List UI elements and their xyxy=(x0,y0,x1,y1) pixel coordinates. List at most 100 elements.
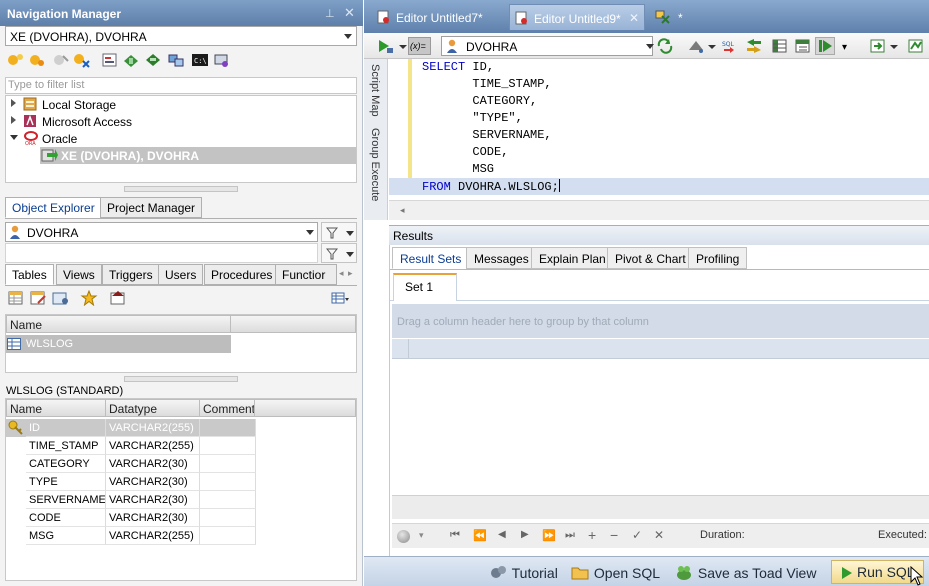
grid-hscrollbar[interactable] xyxy=(392,495,929,519)
prev-page-icon[interactable]: ⏪ xyxy=(473,529,487,542)
status-dropdown-icon[interactable]: ▾ xyxy=(419,530,424,541)
grid-icon[interactable] xyxy=(771,38,789,54)
chevron-down-icon[interactable] xyxy=(890,45,898,49)
column-row[interactable]: TIME_STAMP VARCHAR2(255) xyxy=(6,437,256,455)
alter-table-icon[interactable] xyxy=(29,290,47,306)
table-row[interactable]: WLSLOG xyxy=(6,335,231,353)
column-row[interactable]: ID VARCHAR2(255) xyxy=(6,419,256,437)
favorite-icon[interactable] xyxy=(80,290,98,306)
tree-item-microsoft-access[interactable]: Microsoft Access xyxy=(6,113,356,130)
first-record-icon[interactable]: ⏮ xyxy=(450,529,460,542)
refresh-connection-icon[interactable] xyxy=(656,38,674,54)
side-tab-group-execute[interactable]: Group Execute xyxy=(369,128,381,201)
close-tab-icon[interactable]: ✕ xyxy=(629,11,639,25)
prev-record-icon[interactable]: ◀ xyxy=(498,529,506,540)
column-header-comment[interactable]: Comment xyxy=(199,399,255,417)
delete-record-icon[interactable]: − xyxy=(610,527,618,543)
new-connection-icon[interactable] xyxy=(7,52,25,68)
more-icon[interactable]: ▾ xyxy=(842,42,847,53)
insert-record-icon[interactable]: + xyxy=(588,527,596,543)
column-row[interactable]: SERVERNAME VARCHAR2(30) xyxy=(6,491,256,509)
editor-hscrollbar[interactable]: ◂ xyxy=(389,200,929,220)
column-row[interactable]: CATEGORY VARCHAR2(30) xyxy=(6,455,256,473)
save-as-toad-view-button[interactable]: Save as Toad View xyxy=(675,564,816,581)
tab-users[interactable]: Users xyxy=(158,264,204,285)
splitter-bottom[interactable] xyxy=(124,376,238,382)
tab-messages[interactable]: Messages xyxy=(466,247,537,269)
tab-explain-plan[interactable]: Explain Plan xyxy=(531,247,614,269)
tab-editor-untitled9[interactable]: Editor Untitled9* ✕ xyxy=(509,4,645,30)
side-tab-script-map[interactable]: Script Map xyxy=(369,64,381,117)
connection-manager-icon[interactable] xyxy=(167,52,185,68)
last-record-icon[interactable]: ⏭ xyxy=(565,529,575,542)
tab-tables[interactable]: Tables xyxy=(5,264,54,285)
tab-editor-untitled7[interactable]: Editor Untitled7* xyxy=(372,4,502,30)
tab-set-1[interactable]: Set 1 xyxy=(393,273,457,301)
connect-icon[interactable] xyxy=(28,52,46,68)
column-row[interactable]: TYPE VARCHAR2(30) xyxy=(6,473,256,491)
tab-triggers[interactable]: Triggers xyxy=(102,264,160,285)
open-sql-button[interactable]: Open SQL xyxy=(571,564,660,581)
settings-icon[interactable] xyxy=(213,52,231,68)
export-results-icon[interactable] xyxy=(869,38,887,54)
expand-arrow-icon[interactable] xyxy=(11,116,16,124)
chevron-down-icon[interactable] xyxy=(646,44,654,49)
tab-project-manager[interactable]: Project Manager xyxy=(100,197,203,218)
tree-item-oracle[interactable]: ORA Oracle xyxy=(6,130,356,147)
tree-item-xe-connection[interactable]: XE (DVOHRA), DVOHRA xyxy=(40,147,356,164)
drop-table-icon[interactable] xyxy=(109,290,127,306)
next-page-icon[interactable]: ⏩ xyxy=(542,529,556,542)
pin-icon[interactable]: ⊥ xyxy=(325,7,335,20)
sql-icon[interactable]: SQL xyxy=(721,38,739,54)
import-icon[interactable] xyxy=(122,52,140,68)
next-record-icon[interactable]: ▶ xyxy=(521,529,529,540)
cancel-edit-icon[interactable]: ✕ xyxy=(654,528,664,542)
execute-icon[interactable] xyxy=(376,38,394,54)
editor-connection-select[interactable]: DVOHRA xyxy=(441,36,653,56)
tab-views[interactable]: Views xyxy=(56,264,102,285)
scroll-left-icon[interactable]: ◂ xyxy=(400,205,405,216)
view-mode-icon[interactable] xyxy=(331,290,349,306)
close-icon[interactable]: ✕ xyxy=(344,5,355,21)
splitter-top[interactable] xyxy=(124,186,238,192)
properties-icon[interactable] xyxy=(101,52,119,68)
connection-select[interactable]: XE (DVOHRA), DVOHRA xyxy=(5,26,357,46)
sql-editor[interactable]: SELECT ID, TIME_STAMP, CATEGORY, "TYPE",… xyxy=(389,59,929,200)
table-data-icon[interactable] xyxy=(52,290,70,306)
filter-input[interactable]: Type to filter list xyxy=(5,77,357,94)
remove-connection-icon[interactable] xyxy=(73,52,91,68)
terminal-icon[interactable]: C:\ xyxy=(191,52,209,68)
explain-plan-icon[interactable] xyxy=(794,38,812,54)
chevron-down-icon[interactable] xyxy=(708,45,716,49)
collapse-arrow-icon[interactable] xyxy=(10,135,18,140)
column-row[interactable]: MSG VARCHAR2(255) xyxy=(6,527,256,545)
run-step-button[interactable] xyxy=(815,37,835,55)
expand-arrow-icon[interactable] xyxy=(11,99,16,107)
column-row[interactable]: CODE VARCHAR2(30) xyxy=(6,509,256,527)
tab-procedures[interactable]: Procedures xyxy=(204,264,280,285)
save-results-icon[interactable] xyxy=(907,38,925,54)
export-icon[interactable] xyxy=(144,52,162,68)
post-edit-icon[interactable]: ✓ xyxy=(632,528,642,542)
category-filter-button[interactable] xyxy=(321,243,357,263)
tutorial-button[interactable]: Tutorial xyxy=(489,564,558,581)
category-select[interactable] xyxy=(5,243,318,263)
schema-filter-button[interactable] xyxy=(321,222,357,242)
create-table-icon[interactable] xyxy=(7,290,25,306)
tab-result-sets[interactable]: Result Sets xyxy=(392,247,470,269)
transfer-icon[interactable] xyxy=(745,38,763,54)
column-header-name[interactable]: Name xyxy=(6,315,231,333)
chevron-down-icon[interactable] xyxy=(399,45,407,49)
tab-object-explorer[interactable]: Object Explorer xyxy=(5,197,102,218)
column-header-name[interactable]: Name xyxy=(6,399,106,417)
bind-variables-button[interactable]: (x)= xyxy=(408,37,431,55)
schema-select[interactable]: DVOHRA xyxy=(5,222,318,242)
tab-query-builder[interactable]: * xyxy=(654,4,694,30)
tab-pivot-chart[interactable]: Pivot & Chart xyxy=(607,247,694,269)
tabs-scroll-right-icon[interactable]: ▸ xyxy=(348,268,353,279)
format-icon[interactable] xyxy=(687,38,705,54)
column-header-datatype[interactable]: Datatype xyxy=(105,399,200,417)
tree-item-local-storage[interactable]: Local Storage xyxy=(6,96,356,113)
group-by-panel[interactable]: Drag a column header here to group by th… xyxy=(392,304,929,338)
tab-functions[interactable]: Functior xyxy=(275,264,337,285)
